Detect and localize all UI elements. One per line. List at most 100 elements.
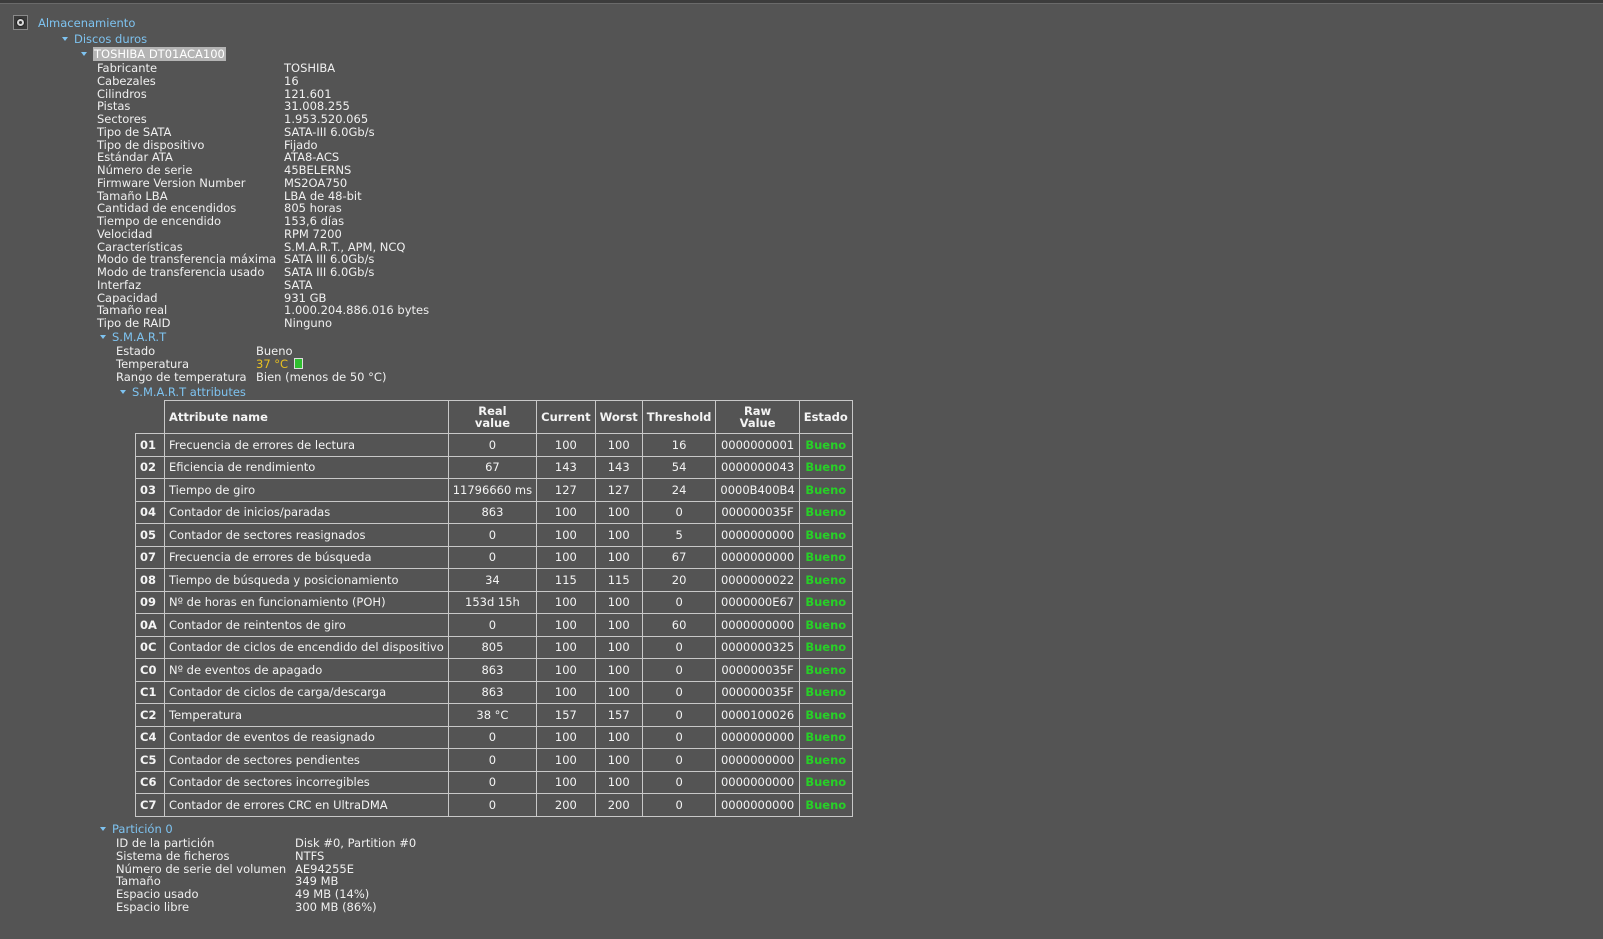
table-row[interactable]: 02 Eficiencia de rendimiento 67 143 143 54 000… [135, 455, 853, 479]
chevron-down-icon[interactable] [100, 827, 106, 831]
prop-value: Ninguno [284, 316, 332, 330]
prop-key: Espacio libre [116, 899, 190, 914]
header-attribute-name: Attribute name [164, 400, 449, 434]
table-row[interactable]: 09 Nº de horas en funcionamiento (POH) 153… [135, 590, 853, 614]
cell-id: C2 [135, 703, 165, 727]
prop-value: MS2OA750 [284, 175, 348, 190]
tree-node-smart[interactable]: S.M.A.R.T [100, 329, 166, 345]
cell-id: C1 [135, 680, 165, 704]
cell-real-value: 863 [447, 680, 538, 704]
cell-estado: Bueno [798, 748, 853, 772]
table-row[interactable]: 07 Frecuencia de errores de búsqueda 0 100 1… [135, 545, 853, 569]
prop-value: Bueno [256, 344, 293, 358]
prop-value: Disk #0, Partition #0 [295, 836, 417, 850]
cell-real-value: 0 [447, 793, 538, 817]
cell-worst: 143 [594, 455, 643, 479]
cell-raw-value: 0000000000 [715, 523, 800, 547]
cell-real-value: 0 [447, 433, 538, 457]
tree-node-disk[interactable]: TOSHIBA DT01ACA100 [81, 46, 226, 62]
cell-id: 05 [135, 523, 165, 547]
tree-node-disk-label: TOSHIBA DT01ACA100 [93, 47, 226, 61]
cell-real-value: 153d 15h [447, 590, 538, 614]
cell-raw-value: 0000000001 [715, 433, 800, 457]
prop-key: Número de serie [97, 163, 193, 177]
cell-estado: Bueno [798, 433, 853, 457]
cell-estado: Bueno [798, 770, 853, 794]
cell-threshold: 54 [641, 455, 717, 479]
tree-node-storage[interactable]: Almacenamiento [38, 15, 135, 31]
cell-raw-value: 0000000043 [715, 455, 800, 479]
cell-current: 100 [536, 725, 596, 749]
cell-threshold: 67 [641, 545, 717, 569]
header-raw-value: Raw Value [715, 400, 800, 434]
cell-raw-value: 0000000E67 [715, 590, 800, 614]
table-row[interactable]: C2 Temperatura 38 °C 157 157 0 0000100026 Bueno [135, 703, 853, 727]
cell-attribute-name: Contador de sectores reasignados [164, 523, 449, 547]
cell-threshold: 60 [641, 613, 717, 637]
cell-threshold: 0 [641, 748, 717, 772]
chevron-down-icon[interactable] [100, 335, 106, 339]
table-row[interactable]: 01 Frecuencia de errores de lectura 0 100 10… [135, 433, 853, 457]
window-top-edge [0, 0, 1603, 4]
cell-attribute-name: Contador de errores CRC en UltraDMA [164, 793, 449, 817]
prop-key: Modo de transferencia usado [97, 265, 265, 279]
cell-estado: Bueno [798, 500, 853, 524]
table-row[interactable]: C7 Contador de errores CRC en UltraDMA 0 20… [135, 793, 853, 817]
cell-current: 100 [536, 590, 596, 614]
cell-attribute-name: Tiempo de giro [164, 478, 449, 502]
cell-raw-value: 0000100026 [715, 703, 800, 727]
prop-key: Cabezales [97, 73, 156, 88]
cell-raw-value: 0000000000 [715, 748, 800, 772]
tree-node-smart-attributes[interactable]: S.M.A.R.T attributes [120, 384, 246, 400]
cell-threshold: 5 [641, 523, 717, 547]
cell-worst: 100 [594, 635, 643, 659]
table-row[interactable]: C0 Nº de eventos de apagado 863 100 100 0 0000… [135, 658, 853, 682]
header-current: Current [536, 400, 596, 434]
tree-node-smart-attributes-label: S.M.A.R.T attributes [132, 385, 246, 399]
table-row[interactable]: C6 Contador de sectores incorregibles 0 100… [135, 770, 853, 794]
table-row[interactable]: C1 Contador de ciclos de carga/descarga 86… [135, 680, 853, 704]
cell-real-value: 0 [447, 725, 538, 749]
cell-attribute-name: Contador de ciclos de encendido del disp… [164, 635, 449, 659]
tree-node-hard-disks[interactable]: Discos duros [62, 31, 147, 47]
cell-worst: 127 [594, 478, 643, 502]
cell-current: 100 [536, 433, 596, 457]
table-row[interactable]: 03 Tiempo de giro 11796660 ms 127 127 24 0000B… [135, 478, 853, 502]
prop-value: 300 MB (86%) [295, 899, 377, 914]
cell-raw-value: 0000000000 [715, 793, 800, 817]
cell-worst: 100 [594, 725, 643, 749]
table-row[interactable]: C4 Contador de eventos de reasignado 0 100 1… [135, 725, 853, 749]
cell-estado: Bueno [798, 703, 853, 727]
cell-threshold: 0 [641, 725, 717, 749]
table-row[interactable]: 0A Contador de reintentos de giro 0 100 100 6… [135, 613, 853, 637]
prop-value: 45BELERNS [284, 163, 352, 177]
prop-value: RPM 7200 [284, 226, 342, 241]
cell-real-value: 863 [447, 500, 538, 524]
cell-raw-value: 000000035F [715, 500, 800, 524]
cell-attribute-name: Contador de sectores pendientes [164, 748, 449, 772]
table-row[interactable]: 08 Tiempo de búsqueda y posicionamiento 34… [135, 568, 853, 592]
cell-worst: 157 [594, 703, 643, 727]
table-row[interactable]: C5 Contador de sectores pendientes 0 100 100… [135, 748, 853, 772]
cell-attribute-name: Temperatura [164, 703, 449, 727]
chevron-down-icon[interactable] [62, 37, 68, 41]
tree-node-partition[interactable]: Partición 0 [100, 821, 173, 837]
cell-current: 100 [536, 635, 596, 659]
table-row[interactable]: 04 Contador de inicios/paradas 863 100 100 0 0… [135, 500, 853, 524]
cell-current: 100 [536, 680, 596, 704]
cell-threshold: 0 [641, 635, 717, 659]
table-row[interactable]: 0C Contador de ciclos de encendido del di… [135, 635, 853, 659]
cell-attribute-name: Nº de eventos de apagado [164, 658, 449, 682]
smart-attributes-table: Attribute name Real value Current Worst T… [135, 400, 853, 817]
prop-value: 16 [284, 73, 299, 88]
table-row[interactable]: 05 Contador de sectores reasignados 0 100 10… [135, 523, 853, 547]
chevron-down-icon[interactable] [120, 390, 126, 394]
cell-id: C4 [135, 725, 165, 749]
temperature-status-icon [294, 358, 304, 369]
cell-threshold: 0 [641, 680, 717, 704]
tree-node-storage-label: Almacenamiento [38, 16, 136, 30]
cell-attribute-name: Contador de sectores incorregibles [164, 770, 449, 794]
cell-raw-value: 0000000000 [715, 545, 800, 569]
chevron-down-icon[interactable] [81, 52, 87, 56]
cell-threshold: 0 [641, 703, 717, 727]
